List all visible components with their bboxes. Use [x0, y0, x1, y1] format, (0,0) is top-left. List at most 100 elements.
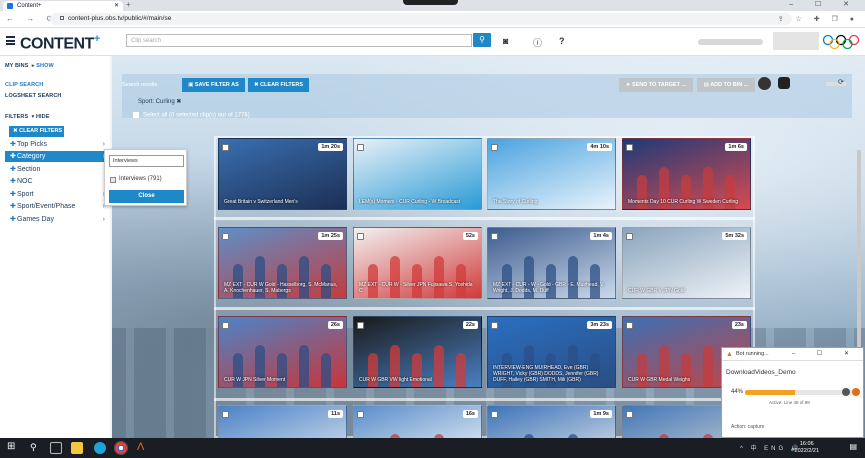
refresh-icon[interactable]: ⟳ — [838, 78, 844, 86]
new-tab-button[interactable]: + — [126, 0, 131, 9]
filter-top-picks[interactable]: ✚ Top Picks › — [5, 139, 107, 150]
clip-caption: MZ EXT - CUR - W - Gold - GBR - E. Muirh… — [493, 282, 605, 294]
taskbar-search-icon[interactable]: ⚲ — [30, 442, 37, 453]
filter-section[interactable]: ✚ Section — [5, 164, 107, 175]
taskbar-clock[interactable]: 16:06 2022/2/21 — [795, 441, 819, 455]
clip-select-checkbox[interactable] — [222, 411, 229, 418]
clip-select-checkbox[interactable] — [222, 233, 229, 240]
filter-games-day[interactable]: ✚ Games Day › — [5, 214, 107, 225]
notifications-icon[interactable]: ▤ — [849, 442, 857, 451]
clip-thumbnail[interactable]: 16s — [353, 405, 482, 438]
clip-select-checkbox[interactable] — [626, 411, 633, 418]
clip-thumbnail[interactable]: LEM(s) Moment - CUR Curling - W Broadcas… — [353, 138, 482, 210]
interviews-checkbox[interactable] — [110, 177, 116, 183]
clip-caption: The Story of Curling — [493, 199, 538, 205]
clip-search-input[interactable]: Clip search — [126, 34, 472, 47]
clip-thumbnail[interactable]: 1m 25s MZ EXT - CUR W Gold - Hasselborg, … — [218, 227, 347, 299]
clear-filters-results-button[interactable]: ✖ CLEAR FILTERS — [248, 78, 309, 92]
favicon-icon — [7, 3, 13, 9]
clip-select-checkbox[interactable] — [357, 144, 364, 151]
clip-thumbnail[interactable]: 52s MZ EXT - CUR W - Silver JPN Fujisawa … — [353, 227, 482, 299]
olympic-rings-logo — [822, 34, 860, 49]
clear-filters-button[interactable]: ✖ CLEAR FILTERS — [9, 126, 64, 137]
clip-select-checkbox[interactable] — [222, 322, 229, 329]
chrome-browser-icon[interactable] — [114, 441, 128, 455]
clip-select-checkbox[interactable] — [357, 233, 364, 240]
windows-taskbar: ⊞ ⚲ Ʌ ^ 中 ENG 🔊 16:06 2022/2/21 ▤ — [0, 438, 865, 458]
browser-tab[interactable]: Content+ ✕ — [3, 1, 123, 11]
filters-hide-link[interactable]: HIDE — [36, 114, 50, 120]
windows-start-icon[interactable]: ⊞ — [7, 441, 15, 452]
clip-thumbnail[interactable]: 26s CUR W JPN Silver Moment — [218, 316, 347, 388]
page-scrollbar[interactable] — [857, 150, 861, 370]
clip-thumbnail[interactable]: 11s — [218, 405, 347, 438]
list-view-button[interactable] — [778, 77, 790, 89]
clip-select-checkbox[interactable] — [626, 322, 633, 329]
pause-icon[interactable] — [842, 388, 850, 396]
clip-select-checkbox[interactable] — [491, 144, 498, 151]
clip-thumbnail[interactable]: 1m 20s Great Britain v Switzerland Men's — [218, 138, 347, 210]
sport-filter-chip[interactable]: Sport: Curling ✖ — [138, 98, 181, 105]
category-filter-input[interactable]: Interviews — [109, 155, 184, 167]
window-controls[interactable]: – ☐ ✕ — [789, 0, 859, 8]
clip-thumbnail[interactable]: 22s CUR W GBR VW light Emotional — [353, 316, 482, 388]
send-to-target-button[interactable]: ➤ SEND TO TARGET ... — [619, 78, 693, 92]
file-explorer-icon[interactable] — [71, 442, 83, 454]
edge-browser-icon[interactable] — [94, 442, 106, 454]
clip-select-checkbox[interactable] — [357, 411, 364, 418]
hamburger-menu-icon[interactable] — [6, 36, 15, 45]
category-filter-popup: Interviews Interviews (791) Close — [104, 149, 187, 206]
clip-select-checkbox[interactable] — [626, 233, 633, 240]
clip-thumbnail[interactable]: 4m 10s The Story of Curling — [487, 138, 616, 210]
clip-caption: MZ EXT - CUR W - Silver JPN Fujisawa S, … — [359, 282, 473, 294]
settings-round-button[interactable] — [758, 77, 771, 90]
search-button[interactable]: ⚲ — [473, 33, 491, 47]
select-all-checkbox[interactable]: Select all (0 selected clip(s) out of 17… — [133, 112, 250, 119]
system-tray[interactable]: ^ 中 ENG 🔊 — [740, 443, 801, 452]
logsheet-search-link[interactable]: LOGSHEET SEARCH — [5, 93, 62, 99]
clip-select-checkbox[interactable] — [222, 144, 229, 151]
clip-thumbnail[interactable]: 1m 9s — [487, 405, 616, 438]
clip-thumbnail[interactable]: 5m 32s CUR W GBR V JPN Gold — [622, 227, 751, 299]
stop-icon[interactable] — [852, 388, 860, 396]
add-to-bin-button[interactable]: ▤ ADD TO BIN ... — [697, 78, 755, 92]
clip-search-link[interactable]: CLIP SEARCH — [5, 82, 43, 88]
bot-window-controls[interactable]: – ☐ ✕ — [792, 348, 859, 361]
automation-app-icon[interactable]: Ʌ — [137, 441, 144, 453]
clip-thumbnail[interactable]: 1m 6s Moments Day 10 CUR Curling W Sweden… — [622, 138, 751, 210]
camera-icon[interactable]: ◙ — [503, 36, 508, 46]
app-logo[interactable]: CONTENT+ — [20, 33, 100, 53]
info-icon[interactable]: ⓘ — [533, 36, 542, 49]
user-name-blurred[interactable] — [698, 39, 763, 45]
filter-noc[interactable]: ✚ NOC — [5, 176, 107, 187]
popup-close-button[interactable]: Close — [109, 190, 184, 203]
clip-select-checkbox[interactable] — [491, 322, 498, 329]
help-icon[interactable]: ? — [559, 36, 565, 46]
filter-sport-event-phase[interactable]: ✚ Sport/Event/Phase › — [5, 201, 107, 212]
bot-action: Action: capture — [731, 424, 765, 430]
clip-duration-badge: 1m 25s — [318, 232, 343, 240]
filter-sport[interactable]: ✚Sport› — [5, 189, 107, 200]
camera-notch — [403, 0, 458, 5]
clip-thumbnail[interactable]: 1m 4s MZ EXT - CUR - W - Gold - GBR - E. … — [487, 227, 616, 299]
save-filter-button[interactable]: ▣ SAVE FILTER AS — [182, 78, 245, 92]
tab-close-icon[interactable]: ✕ — [114, 1, 119, 11]
clip-select-checkbox[interactable] — [491, 411, 498, 418]
clip-duration-badge: 11s — [328, 410, 343, 418]
bot-window-titlebar[interactable]: ▲ Bot running... – ☐ ✕ — [722, 348, 863, 361]
clip-caption: MZ EXT - CUR W Gold - Hasselborg, S. McM… — [224, 282, 338, 294]
clip-duration-badge: 4m 10s — [587, 143, 612, 151]
clip-duration-badge: 3m 23s — [587, 321, 612, 329]
task-view-icon[interactable] — [50, 442, 62, 454]
clip-select-checkbox[interactable] — [491, 233, 498, 240]
filter-category[interactable]: ✚Category› — [5, 151, 107, 162]
url-field[interactable]: content-plus.obs.tv/public/#/main/se — [50, 13, 792, 25]
browser-toolbar-icons[interactable]: ⇪ ☆ ✚ ❐ ● — [778, 15, 859, 23]
clip-select-checkbox[interactable] — [357, 322, 364, 329]
clip-thumbnail[interactable]: 3m 23s INTERVIEW-ENG MUIRHEAD, Eve (GBR) … — [487, 316, 616, 388]
screen: { "browser": { "tab_title": "Content+", … — [0, 0, 865, 458]
my-bins-show-link[interactable]: SHOW — [36, 63, 54, 69]
user-avatar-blurred[interactable] — [773, 32, 819, 50]
interviews-option-label[interactable]: Interviews (791) — [119, 176, 162, 182]
clip-select-checkbox[interactable] — [626, 144, 633, 151]
